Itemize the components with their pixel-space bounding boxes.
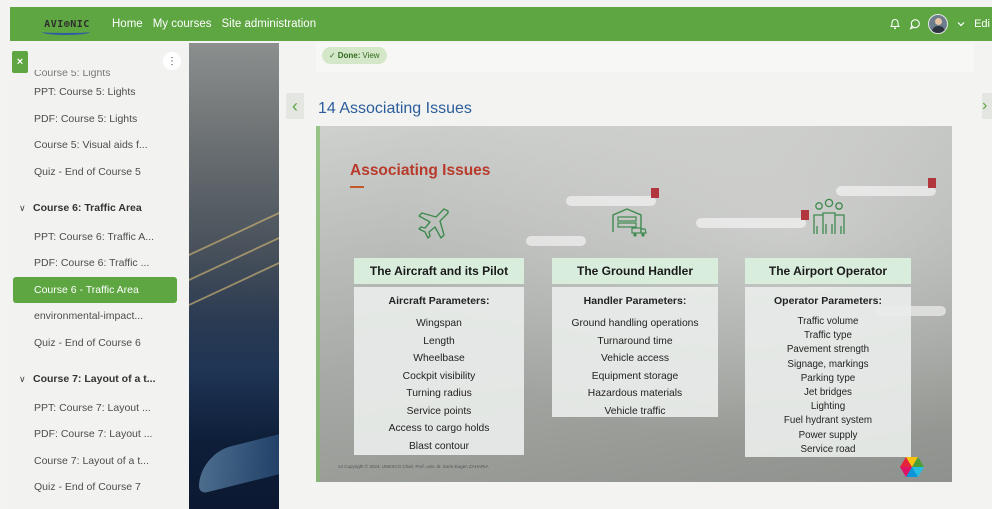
- slide-title-underline: [350, 186, 364, 188]
- parameter-item: Power supply: [798, 429, 858, 441]
- site-logo[interactable]: AVI⊕NIC: [32, 11, 102, 37]
- sdg-wheel-icon: [896, 454, 928, 480]
- warehouse-truck-icon: [606, 200, 650, 244]
- bell-icon[interactable]: [888, 17, 902, 31]
- bg-runway-stripe: [189, 237, 279, 281]
- bg-plane-tail: [651, 188, 659, 198]
- bg-runway-stripe: [189, 262, 279, 306]
- column-header-ground-handler: The Ground Handler: [552, 258, 718, 284]
- column-body-aircraft: Aircraft Parameters: Wingspan Length Whe…: [354, 287, 524, 455]
- presentation-slide: Associating Issues The Aircraft and its …: [316, 126, 952, 482]
- parameter-item: Access to cargo holds: [388, 423, 490, 434]
- completion-done-label: Done:: [337, 51, 361, 60]
- navbar-user-area: Edi: [888, 14, 992, 34]
- course-index-item[interactable]: Course 7: Layout of a t...: [10, 448, 186, 475]
- top-navbar: AVI⊕NIC Home My courses Site administrat…: [10, 7, 992, 41]
- activity-completion-bar: ✓ Done: View: [316, 43, 974, 72]
- course-section-toggle[interactable]: ∨ Course 6: Traffic Area: [10, 193, 186, 223]
- parameter-item: Wingspan: [416, 318, 462, 329]
- parameter-item: Turnaround time: [597, 335, 673, 347]
- slide-copyright: 14 Copyright © 2024, UNESCO Chair, Prof.…: [338, 464, 489, 469]
- column-subheading: Aircraft Parameters:: [388, 295, 490, 307]
- course-index-item[interactable]: Quiz - End of Course 7: [10, 474, 186, 501]
- slide-accent-edge: [316, 126, 320, 482]
- course-section-title: Course 6: Traffic Area: [33, 202, 142, 215]
- parameter-item: Wheelbase: [413, 353, 465, 364]
- course-index-item[interactable]: Course 5: Lights: [10, 70, 186, 79]
- course-index-item[interactable]: Quiz - End of Course 5: [10, 159, 186, 186]
- bg-plane-tail: [928, 178, 936, 188]
- parameter-item: Fuel hydrant system: [783, 415, 873, 427]
- column-body-airport-operator: Operator Parameters: Traffic volume Traf…: [745, 287, 911, 457]
- logo-swoosh: [42, 29, 90, 35]
- slide-title: Associating Issues: [350, 162, 491, 179]
- course-index-list: Course 5: Lights PPT: Course 5: Lights P…: [10, 70, 186, 501]
- next-page-button[interactable]: ›: [982, 93, 992, 119]
- bg-parked-plane: [696, 218, 806, 228]
- chevron-down-icon: ∨: [19, 373, 26, 384]
- parameter-item: Length: [423, 335, 455, 347]
- parameter-item: Parking type: [800, 372, 856, 384]
- course-index-item[interactable]: PPT: Course 5: Lights: [10, 79, 186, 106]
- airplane-icon: [412, 200, 456, 244]
- course-index-drawer: × ⋮ Course 5: Lights PPT: Course 5: Ligh…: [10, 43, 189, 509]
- course-index-item-active[interactable]: Course 6 - Traffic Area: [13, 276, 177, 304]
- course-index-item[interactable]: PDF: Course 6: Traffic ...: [10, 250, 186, 277]
- chevron-down-icon: ∨: [19, 202, 26, 213]
- chevron-down-icon[interactable]: [954, 17, 968, 31]
- column-subheading: Operator Parameters:: [774, 295, 882, 307]
- parameter-item: Vehicle access: [600, 353, 670, 364]
- completion-status-badge: ✓ Done: View: [322, 47, 387, 64]
- bg-parked-plane: [526, 236, 586, 246]
- course-index-item[interactable]: Course 5: Visual aids f...: [10, 132, 186, 159]
- parameter-item: Ground handling operations: [571, 318, 699, 329]
- course-index-item[interactable]: PDF: Course 5: Lights: [10, 106, 186, 133]
- background-airport-image: [189, 43, 279, 509]
- parameter-item: Traffic type: [804, 330, 852, 342]
- primary-navigation: Home My courses Site administration: [112, 18, 316, 30]
- page-title: 14 Associating Issues: [318, 100, 472, 117]
- parameter-item: Jet bridges: [804, 387, 852, 399]
- nav-link-home[interactable]: Home: [112, 18, 143, 30]
- column-header-airport-operator: The Airport Operator: [745, 258, 911, 284]
- bg-runway-stripe: [189, 212, 279, 256]
- course-index-item[interactable]: Quiz - End of Course 6: [10, 330, 186, 357]
- user-avatar[interactable]: [928, 14, 949, 34]
- parameter-item: Vehicle traffic: [604, 405, 666, 417]
- parameter-item: Service points: [406, 405, 472, 417]
- parameter-item: Equipment storage: [591, 370, 679, 382]
- course-index-item[interactable]: PDF: Course 7: Layout ...: [10, 421, 186, 448]
- previous-page-button[interactable]: ‹: [286, 93, 304, 119]
- course-index-item[interactable]: environmental-impact...: [10, 303, 186, 330]
- nav-link-site-administration[interactable]: Site administration: [221, 18, 316, 30]
- parameter-item: Turning radius: [406, 388, 472, 399]
- bg-parked-plane: [836, 186, 936, 196]
- column-header-aircraft: The Aircraft and its Pilot: [354, 258, 524, 284]
- column-subheading: Handler Parameters:: [583, 295, 687, 307]
- parameter-item: Service road: [800, 443, 856, 455]
- check-icon: ✓: [329, 51, 336, 60]
- chat-icon[interactable]: [908, 17, 922, 31]
- course-index-item[interactable]: PPT: Course 6: Traffic A...: [10, 223, 186, 250]
- parameter-item: Lighting: [810, 401, 846, 413]
- edit-mode-label[interactable]: Edi: [974, 18, 990, 30]
- parameter-item: Blast contour: [408, 440, 470, 452]
- drawer-options-button[interactable]: ⋮: [163, 52, 181, 70]
- course-index-item[interactable]: PPT: Course 7: Layout ...: [10, 394, 186, 421]
- nav-link-my-courses[interactable]: My courses: [153, 18, 212, 30]
- course-section-toggle[interactable]: ∨ Course 7: Layout of a t...: [10, 364, 186, 394]
- parameter-item: Pavement strength: [786, 344, 870, 356]
- course-section-title: Course 7: Layout of a t...: [33, 373, 156, 386]
- parameter-item: Cockpit visibility: [402, 370, 476, 382]
- people-group-icon: [807, 196, 851, 240]
- parameter-item: Hazardous materials: [587, 388, 683, 399]
- logo-text: AVI⊕NIC: [44, 18, 90, 30]
- parameter-item: Traffic volume: [797, 316, 859, 327]
- completion-done-value: View: [362, 51, 380, 60]
- bg-airplane-shape: [199, 431, 279, 495]
- parameter-item: Signage, markings: [787, 358, 869, 370]
- column-body-ground-handler: Handler Parameters: Ground handling oper…: [552, 287, 718, 417]
